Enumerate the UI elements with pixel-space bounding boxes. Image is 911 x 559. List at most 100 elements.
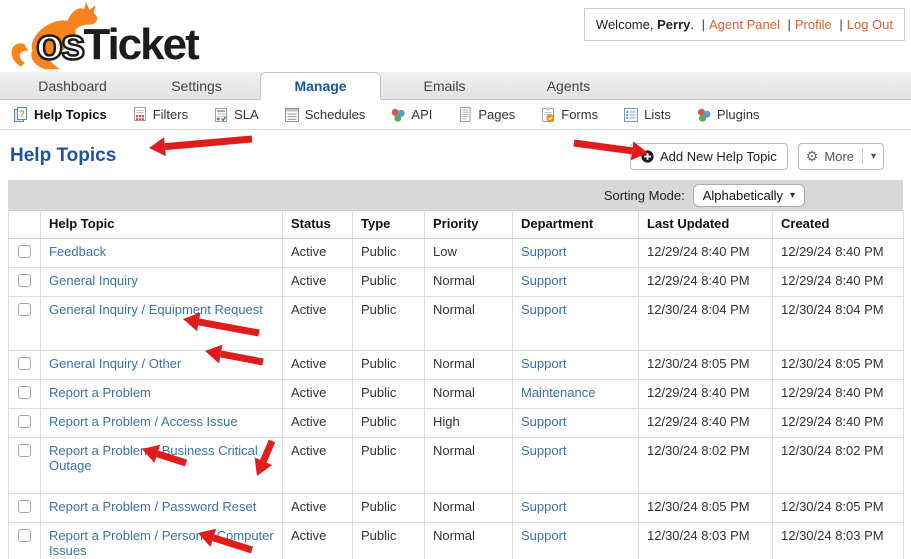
type-cell: Public: [352, 296, 425, 351]
select-caret-icon: ▾: [789, 189, 795, 201]
sorting-bar: Sorting Mode: Alphabetically ▾: [8, 180, 903, 210]
subnav-filters[interactable]: Filters: [132, 106, 188, 123]
help-topic-link[interactable]: Report a Problem / Personal Computer Iss…: [49, 528, 274, 558]
table-header-row: Help Topic Status Type Priority Departme…: [8, 210, 904, 239]
help-topic-link[interactable]: Report a Problem / Access Issue: [49, 414, 238, 429]
department-link[interactable]: Support: [521, 443, 567, 458]
row-checkbox[interactable]: [18, 500, 31, 513]
priority-cell: Normal: [424, 493, 513, 523]
col-type: Type: [352, 210, 425, 239]
table-row: Report a Problem / Business Critical Out…: [8, 437, 904, 494]
col-help-topic: Help Topic: [40, 210, 283, 239]
row-checkbox[interactable]: [18, 303, 31, 316]
logout-link[interactable]: Log Out: [847, 17, 893, 32]
status-cell: Active: [282, 350, 353, 380]
help-topic-link[interactable]: General Inquiry / Equipment Request: [49, 302, 263, 317]
help-topic-link[interactable]: Feedback: [49, 244, 106, 259]
help-topic-cell: Feedback: [40, 238, 283, 268]
row-checkbox[interactable]: [18, 357, 31, 370]
created-cell: 12/30/24 8:05 PM: [772, 493, 904, 523]
agent-panel-link[interactable]: Agent Panel: [709, 17, 780, 32]
subnav-help-topics[interactable]: ? Help Topics: [13, 106, 107, 123]
priority-cell: Normal: [424, 350, 513, 380]
help-topics-icon: ?: [14, 106, 27, 122]
row-checkbox-cell: [8, 408, 41, 438]
help-topic-link[interactable]: Report a Problem / Business Critical Out…: [49, 443, 258, 473]
table-row: Feedback Active Public Low Support 12/29/24 8…: [8, 238, 904, 268]
last-updated-cell: 12/30/24 8:04 PM: [638, 296, 773, 351]
created-cell: 12/29/24 8:40 PM: [772, 267, 904, 297]
row-checkbox[interactable]: [18, 444, 31, 457]
row-checkbox[interactable]: [18, 245, 31, 258]
department-link[interactable]: Support: [521, 528, 567, 543]
subnav-pages[interactable]: Pages: [457, 106, 515, 123]
osticket-logo: osTicket: [6, 2, 216, 70]
row-checkbox[interactable]: [18, 386, 31, 399]
subnav-schedules[interactable]: Schedules: [284, 107, 365, 123]
more-caret-icon[interactable]: ▾: [871, 151, 876, 162]
tab-agents[interactable]: Agents: [508, 72, 629, 99]
status-cell: Active: [282, 267, 353, 297]
priority-cell: Normal: [424, 267, 513, 297]
status-cell: Active: [282, 522, 353, 559]
tab-settings[interactable]: Settings: [136, 72, 257, 99]
subnav-lists[interactable]: Lists: [623, 107, 671, 123]
row-checkbox-cell: [8, 493, 41, 523]
type-cell: Public: [352, 493, 425, 523]
help-topic-link[interactable]: Report a Problem / Password Reset: [49, 499, 256, 514]
subnav-plugins[interactable]: Plugins: [696, 107, 759, 123]
department-link[interactable]: Support: [521, 273, 567, 288]
subnav-forms[interactable]: Forms: [540, 107, 598, 123]
sorting-mode-select[interactable]: Alphabetically ▾: [692, 183, 805, 207]
row-checkbox[interactable]: [18, 529, 31, 542]
filters-icon: [133, 106, 146, 121]
status-cell: Active: [282, 493, 353, 523]
manage-subnav: ? Help Topics Filters SLA Schedules API …: [0, 100, 911, 130]
department-link[interactable]: Support: [521, 414, 567, 429]
department-link[interactable]: Maintenance: [521, 385, 595, 400]
col-created: Created: [772, 210, 904, 239]
tab-manage[interactable]: Manage: [260, 72, 381, 100]
add-new-help-topic-button[interactable]: Add New Help Topic: [629, 142, 788, 170]
profile-link[interactable]: Profile: [795, 17, 832, 32]
created-cell: 12/30/24 8:02 PM: [772, 437, 904, 494]
status-cell: Active: [282, 379, 353, 409]
created-cell: 12/29/24 8:40 PM: [772, 379, 904, 409]
table-row: General Inquiry / Equipment Request Activ…: [8, 296, 904, 351]
table-body: Feedback Active Public Low Support 12/29/24 8…: [8, 238, 904, 559]
subnav-api[interactable]: API: [390, 107, 432, 123]
more-button[interactable]: ⚙ More ▾: [797, 142, 884, 170]
help-topic-link[interactable]: General Inquiry: [49, 273, 138, 288]
forms-icon: [542, 107, 555, 122]
logo-text: osTicket: [35, 19, 200, 71]
table-row: Report a Problem Active Public Normal Mainte…: [8, 379, 904, 409]
table-row: General Inquiry / Other Active Public Norma…: [8, 350, 904, 380]
priority-cell: High: [424, 408, 513, 438]
row-checkbox-cell: [8, 437, 41, 494]
department-cell: Support: [512, 522, 639, 559]
lists-icon: [624, 107, 639, 122]
department-link[interactable]: Support: [521, 356, 567, 371]
row-checkbox[interactable]: [18, 415, 31, 428]
row-checkbox[interactable]: [18, 274, 31, 287]
table-row: General Inquiry Active Public Normal Support…: [8, 267, 904, 297]
department-cell: Support: [512, 238, 639, 268]
department-link[interactable]: Support: [521, 302, 567, 317]
tab-emails[interactable]: Emails: [384, 72, 505, 99]
help-topic-cell: Report a Problem / Access Issue: [40, 408, 283, 438]
last-updated-cell: 12/29/24 8:40 PM: [638, 408, 773, 438]
subnav-sla[interactable]: SLA: [213, 107, 259, 123]
help-topic-cell: Report a Problem / Password Reset: [40, 493, 283, 523]
priority-cell: Low: [424, 238, 513, 268]
last-updated-cell: 12/30/24 8:02 PM: [638, 437, 773, 494]
department-link[interactable]: Support: [521, 244, 567, 259]
table-row: Report a Problem / Personal Computer Iss…: [8, 522, 904, 559]
department-cell: Support: [512, 296, 639, 351]
tab-dashboard[interactable]: Dashboard: [12, 72, 133, 99]
help-topic-link[interactable]: General Inquiry / Other: [49, 356, 181, 371]
last-updated-cell: 12/29/24 8:40 PM: [638, 238, 773, 268]
help-topic-link[interactable]: Report a Problem: [49, 385, 151, 400]
pages-icon: [460, 106, 471, 122]
last-updated-cell: 12/30/24 8:05 PM: [638, 350, 773, 380]
department-link[interactable]: Support: [521, 499, 567, 514]
